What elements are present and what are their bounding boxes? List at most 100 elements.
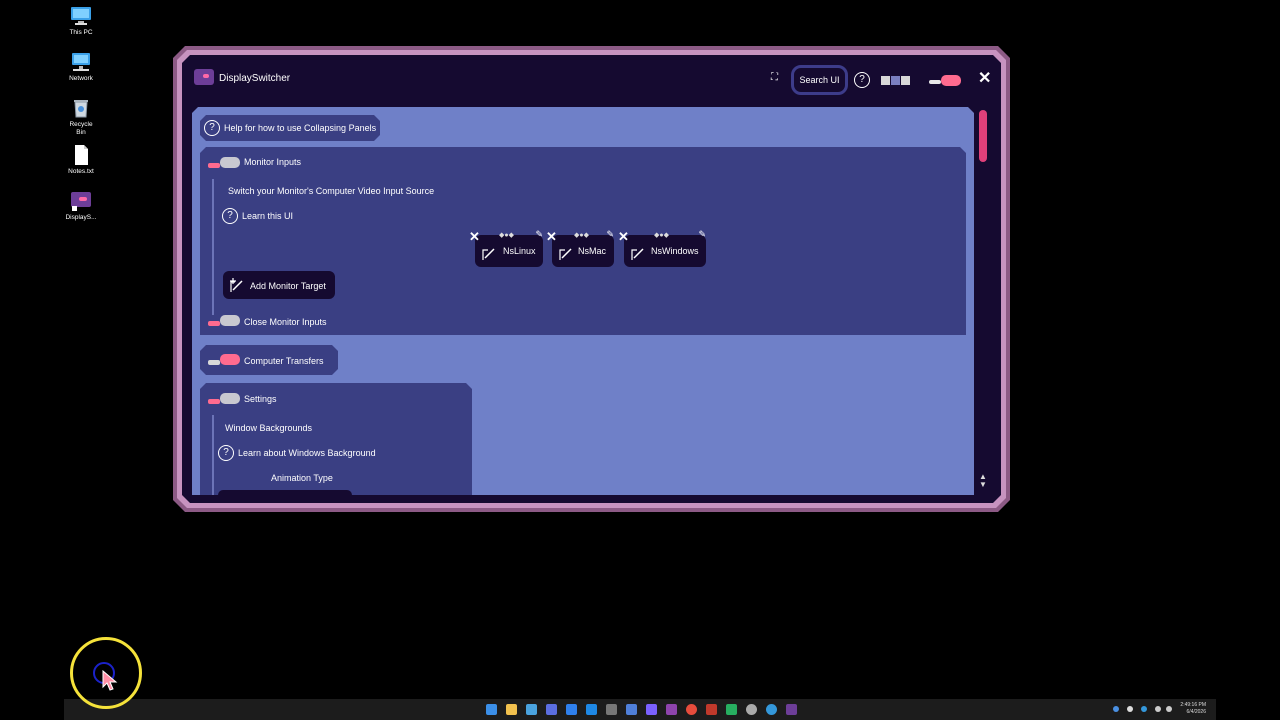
edit-icon	[630, 247, 646, 261]
network-icon	[72, 53, 90, 71]
close-button[interactable]: ✕	[978, 68, 991, 88]
clock-time: 2:49:16 PM	[1180, 702, 1206, 708]
add-monitor-target-button[interactable]: Add Monitor Target	[223, 271, 335, 299]
learn-windows-background-link[interactable]: Learn about Windows Background	[238, 448, 376, 458]
settings-panel: Settings Window Backgrounds ? Learn abou…	[200, 383, 472, 495]
desktop-icon-label: DisplayS...	[65, 214, 97, 221]
remove-target-icon[interactable]: ✕	[618, 229, 629, 245]
layout-toggle-icon[interactable]	[881, 76, 913, 85]
desktop-icon-label: Recycle Bin	[69, 121, 93, 136]
learn-this-ui-link[interactable]: Learn this UI	[242, 211, 293, 221]
edit-icon	[481, 247, 497, 261]
app-icon[interactable]	[646, 704, 657, 715]
desktop-icon-displayswitcher[interactable]: DisplayS...	[64, 190, 98, 222]
window-frame: DisplaySwitcher ⛶ Search UI ? ✕ ? Help f…	[177, 50, 1006, 508]
monitor-target-nslinux[interactable]: ✕ ◆●◆ ✎ NsLinux	[475, 235, 543, 267]
computer-transfers-label: Computer Transfers	[244, 356, 324, 366]
monitor-inputs-description: Switch your Monitor's Computer Video Inp…	[228, 186, 435, 196]
remove-target-icon[interactable]: ✕	[546, 229, 557, 245]
monitor-inputs-header[interactable]: Monitor Inputs	[244, 157, 301, 167]
app-icon[interactable]	[766, 704, 777, 715]
monitor-target-nsmac[interactable]: ✕ ◆●◆ ✎ NsMac	[552, 235, 614, 267]
app-logo-icon	[194, 69, 214, 85]
animation-type-label: Animation Type	[271, 473, 333, 483]
monitor-inputs-panel: Monitor Inputs Switch your Monitor's Com…	[200, 147, 966, 335]
text-file-icon	[75, 145, 88, 165]
close-monitor-inputs-label[interactable]: Close Monitor Inputs	[244, 317, 327, 327]
tray-icon[interactable]	[1113, 706, 1119, 712]
app-icon[interactable]	[666, 704, 677, 715]
mouse-pointer-icon	[102, 670, 118, 691]
monitor-icon	[71, 7, 91, 25]
target-name: NsLinux	[503, 246, 536, 256]
desktop-icon-label: This PC	[69, 29, 93, 36]
theme-toggle[interactable]	[929, 75, 963, 86]
pen-icon[interactable]: ✎	[535, 229, 543, 240]
help-collapsing-label: Help for how to use Collapsing Panels	[224, 123, 377, 133]
app-icon[interactable]	[546, 704, 557, 715]
pen-icon[interactable]: ✎	[606, 229, 614, 240]
fullscreen-icon[interactable]: ⛶	[771, 72, 778, 83]
app-icon[interactable]	[626, 704, 637, 715]
add-edit-icon	[229, 277, 245, 293]
desktop-icon-recycle-bin[interactable]: Recycle Bin	[64, 97, 98, 137]
panel-guide-line	[212, 415, 214, 495]
clock-date: 6/4/2026	[1186, 709, 1206, 715]
target-name: NsWindows	[651, 246, 699, 256]
drag-handle-icon[interactable]: ◆●◆	[654, 231, 669, 239]
file-explorer-icon[interactable]	[506, 704, 517, 715]
help-icon[interactable]: ?	[854, 72, 870, 88]
tray-icon[interactable]	[1127, 706, 1133, 712]
window-body: DisplaySwitcher ⛶ Search UI ? ✕ ? Help f…	[182, 55, 1001, 503]
settings-toggle[interactable]	[208, 393, 240, 405]
remove-target-icon[interactable]: ✕	[469, 229, 480, 245]
panel-guide-line	[212, 179, 214, 315]
app-icon[interactable]	[726, 704, 737, 715]
desktop-icon-label: Network	[69, 75, 93, 82]
desktop-icon-network[interactable]: Network	[64, 51, 98, 83]
volume-icon[interactable]	[1166, 706, 1172, 712]
displayswitcher-app-icon	[71, 192, 91, 211]
help-collapsing-panels[interactable]: ? Help for how to use Collapsing Panels	[200, 115, 380, 141]
edit-icon	[558, 247, 574, 261]
target-name: NsMac	[578, 246, 607, 256]
edge-icon[interactable]	[586, 704, 597, 715]
window-backgrounds-label: Window Backgrounds	[225, 423, 313, 433]
terminal-icon[interactable]	[606, 704, 617, 715]
monitor-inputs-toggle[interactable]	[208, 157, 240, 169]
monitor-target-nswindows[interactable]: ✕ ◆●◆ ✎ NsWindows	[624, 235, 706, 267]
mail-icon[interactable]	[526, 704, 537, 715]
scroll-arrows-icon[interactable]: ▲ ▼	[979, 473, 987, 495]
computer-transfers-header[interactable]: Computer Transfers	[200, 345, 338, 375]
drag-handle-icon[interactable]: ◆●◆	[499, 231, 514, 239]
close-monitor-inputs-toggle[interactable]	[208, 315, 240, 327]
desktop-icon-notes[interactable]: Notes.txt	[64, 144, 98, 176]
displayswitcher-taskbar-icon[interactable]	[786, 704, 797, 715]
scroll-thumb[interactable]	[979, 110, 987, 162]
settings-gear-icon[interactable]	[746, 704, 757, 715]
chrome-icon[interactable]	[686, 704, 697, 715]
taskbar: 2:49:16 PM 6/4/2026	[64, 699, 1216, 720]
animation-type-select[interactable]	[218, 490, 352, 495]
scrollbar[interactable]: ▲ ▼	[978, 107, 988, 495]
search-ui-button[interactable]: Search UI	[791, 65, 848, 95]
question-icon[interactable]: ?	[222, 208, 238, 224]
question-icon[interactable]: ?	[218, 445, 234, 461]
question-icon: ?	[204, 120, 220, 136]
clock[interactable]: 2:49:16 PM 6/4/2026	[1180, 702, 1206, 716]
app-icon[interactable]	[706, 704, 717, 715]
computer-transfers-toggle[interactable]	[208, 354, 240, 366]
desktop-icon-this-pc[interactable]: This PC	[64, 5, 98, 37]
recycle-bin-icon	[74, 100, 88, 118]
app-icon[interactable]	[566, 704, 577, 715]
settings-header[interactable]: Settings	[244, 394, 277, 404]
wifi-icon[interactable]	[1155, 706, 1161, 712]
drag-handle-icon[interactable]: ◆●◆	[574, 231, 589, 239]
bluetooth-icon[interactable]	[1141, 706, 1147, 712]
pen-icon[interactable]: ✎	[698, 229, 706, 240]
window-title: DisplaySwitcher	[219, 73, 291, 84]
add-monitor-target-label: Add Monitor Target	[250, 281, 326, 291]
title-bar[interactable]: DisplaySwitcher ⛶ Search UI ? ✕	[182, 55, 1001, 103]
start-menu-icon[interactable]	[486, 704, 497, 715]
screen: This PC Network Recycle Bin Notes.txt Di…	[0, 0, 1280, 720]
